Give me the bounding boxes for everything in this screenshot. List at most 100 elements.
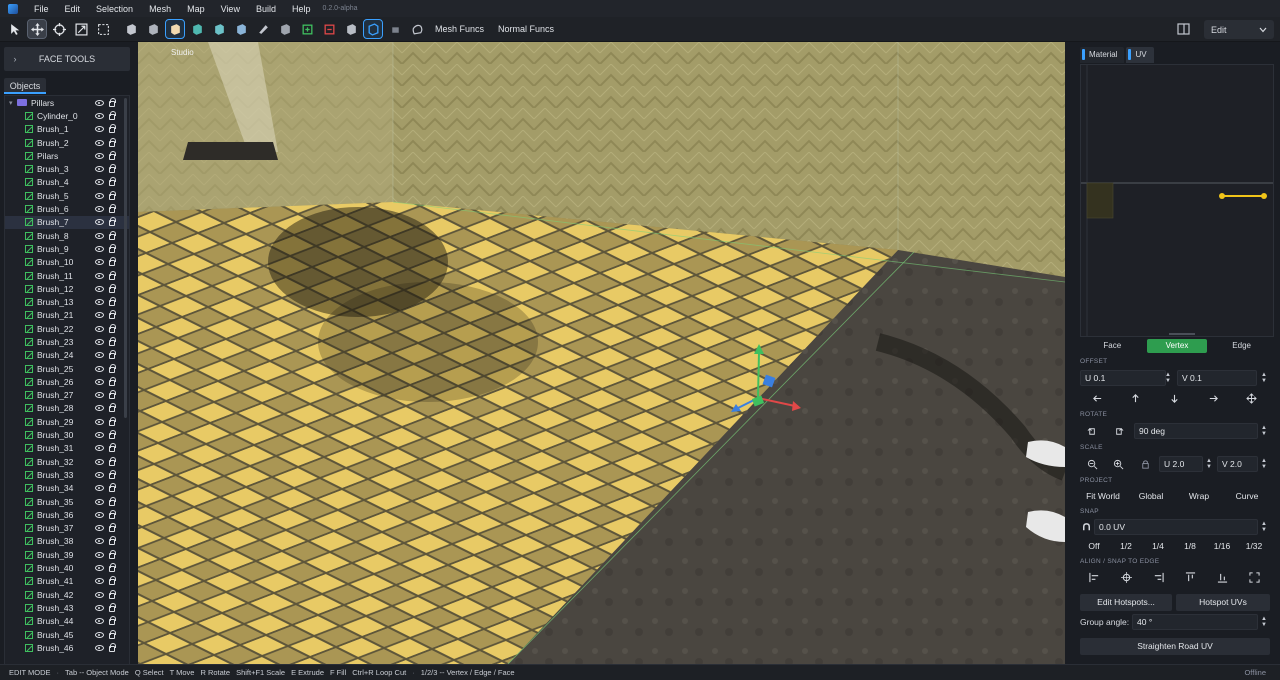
lock-icon[interactable] xyxy=(109,443,116,453)
lock-icon[interactable] xyxy=(109,416,116,426)
visibility-eye-icon[interactable] xyxy=(95,378,104,385)
visibility-eye-icon[interactable] xyxy=(95,405,104,412)
objects-tab[interactable]: Objects xyxy=(4,78,46,94)
lock-icon[interactable] xyxy=(109,97,116,107)
visibility-eye-icon[interactable] xyxy=(95,312,104,319)
visibility-eye-icon[interactable] xyxy=(95,166,104,173)
sphere-icon[interactable] xyxy=(210,20,228,38)
tree-item[interactable]: Brush_34 xyxy=(5,482,129,495)
menu-view[interactable]: View xyxy=(213,4,248,14)
offset-u-field[interactable]: U 0.1 xyxy=(1080,370,1166,386)
visibility-eye-icon[interactable] xyxy=(95,591,104,598)
cylinder-icon[interactable] xyxy=(188,20,206,38)
arrow-right-icon[interactable] xyxy=(1204,390,1222,406)
menu-build[interactable]: Build xyxy=(248,4,284,14)
wedge-icon[interactable] xyxy=(144,20,162,38)
tree-item[interactable]: Cylinder_0 xyxy=(5,109,129,122)
lock-icon[interactable] xyxy=(109,297,116,307)
visibility-eye-icon[interactable] xyxy=(95,112,104,119)
lock-icon[interactable] xyxy=(109,257,116,267)
lock-icon[interactable] xyxy=(109,283,116,293)
group-angle-stepper[interactable]: ▲ ▼ xyxy=(1261,616,1267,628)
tree-item[interactable]: Brush_23 xyxy=(5,335,129,348)
remove-face-icon[interactable] xyxy=(320,20,338,38)
tree-item[interactable]: Brush_8 xyxy=(5,229,129,242)
uv-vertex-handle[interactable] xyxy=(1219,193,1225,199)
lock-ratio-icon[interactable] xyxy=(1136,456,1154,472)
subtab-face[interactable]: Face xyxy=(1082,339,1142,353)
tree-item[interactable]: Brush_29 xyxy=(5,415,129,428)
tree-item[interactable]: Brush_3 xyxy=(5,162,129,175)
scale-v-stepper[interactable]: ▲ ▼ xyxy=(1261,458,1267,470)
tree-item[interactable]: Brush_41 xyxy=(5,575,129,588)
tree-item[interactable]: Brush_37 xyxy=(5,522,129,535)
visibility-eye-icon[interactable] xyxy=(95,179,104,186)
snap-off-button[interactable]: Off xyxy=(1080,538,1108,554)
scale-tool-icon[interactable] xyxy=(72,20,90,38)
lock-icon[interactable] xyxy=(109,563,116,573)
tree-item[interactable]: Brush_5 xyxy=(5,189,129,202)
tree-item[interactable]: Brush_28 xyxy=(5,402,129,415)
menu-file[interactable]: File xyxy=(26,4,57,14)
align-top-icon[interactable] xyxy=(1181,569,1199,585)
tree-item[interactable]: Brush_6 xyxy=(5,202,129,215)
tree-item[interactable]: Brush_24 xyxy=(5,349,129,362)
tree-item[interactable]: Brush_45 xyxy=(5,628,129,641)
uv-box-icon[interactable] xyxy=(363,19,383,39)
expand-arrow-icon[interactable]: ▾ xyxy=(9,99,17,107)
uv-vertex-handle[interactable] xyxy=(1261,193,1267,199)
tree-item[interactable]: Brush_13 xyxy=(5,295,129,308)
snap-stepper[interactable]: ▲ ▼ xyxy=(1261,521,1267,533)
scale-v-field[interactable]: V 2.0 xyxy=(1217,456,1258,472)
visibility-eye-icon[interactable] xyxy=(95,644,104,651)
offset-u-stepper[interactable]: ▲ ▼ xyxy=(1165,372,1171,384)
tab-material[interactable]: Material xyxy=(1080,47,1125,63)
lock-icon[interactable] xyxy=(109,363,116,373)
lock-icon[interactable] xyxy=(109,509,116,519)
visibility-eye-icon[interactable] xyxy=(95,152,104,159)
visibility-eye-icon[interactable] xyxy=(95,604,104,611)
visibility-eye-icon[interactable] xyxy=(95,551,104,558)
tab-uv[interactable]: UV xyxy=(1126,47,1154,63)
tree-item[interactable]: Brush_2 xyxy=(5,136,129,149)
visibility-eye-icon[interactable] xyxy=(95,511,104,518)
visibility-eye-icon[interactable] xyxy=(95,498,104,505)
lock-icon[interactable] xyxy=(109,523,116,533)
lock-icon[interactable] xyxy=(109,403,116,413)
zoom-in-icon[interactable] xyxy=(1109,456,1127,472)
normal-funcs-button[interactable]: Normal Funcs xyxy=(498,24,554,34)
lock-icon[interactable] xyxy=(109,589,116,599)
arrow-up-icon[interactable] xyxy=(1126,390,1144,406)
visibility-eye-icon[interactable] xyxy=(95,525,104,532)
visibility-eye-icon[interactable] xyxy=(95,485,104,492)
tree-item[interactable]: Brush_46 xyxy=(5,641,129,654)
lock-icon[interactable] xyxy=(109,469,116,479)
visibility-eye-icon[interactable] xyxy=(95,259,104,266)
align-center-icon[interactable] xyxy=(1117,569,1135,585)
tree-item[interactable]: Brush_36 xyxy=(5,508,129,521)
visibility-eye-icon[interactable] xyxy=(95,139,104,146)
lock-icon[interactable] xyxy=(109,150,116,160)
lock-icon[interactable] xyxy=(109,350,116,360)
align-right-icon[interactable] xyxy=(1149,569,1167,585)
arrow-left-icon[interactable] xyxy=(1088,390,1106,406)
lock-icon[interactable] xyxy=(109,164,116,174)
lock-icon[interactable] xyxy=(109,137,116,147)
visibility-eye-icon[interactable] xyxy=(95,458,104,465)
visibility-eye-icon[interactable] xyxy=(95,126,104,133)
snap-thirtysecond-button[interactable]: 1/32 xyxy=(1240,538,1268,554)
rotate-stepper[interactable]: ▲ ▼ xyxy=(1261,425,1267,437)
mode-select[interactable]: Edit xyxy=(1204,20,1274,39)
align-bottom-icon[interactable] xyxy=(1213,569,1231,585)
visibility-eye-icon[interactable] xyxy=(95,365,104,372)
visibility-eye-icon[interactable] xyxy=(95,392,104,399)
lock-icon[interactable] xyxy=(109,642,116,652)
face-select-icon[interactable] xyxy=(276,20,294,38)
snap-quarter-button[interactable]: 1/4 xyxy=(1144,538,1172,554)
wrap-button[interactable]: Wrap xyxy=(1176,488,1222,504)
hand-icon[interactable] xyxy=(408,20,426,38)
offset-v-field[interactable]: V 0.1 xyxy=(1177,370,1257,386)
lock-icon[interactable] xyxy=(109,310,116,320)
tree-item[interactable]: Brush_22 xyxy=(5,322,129,335)
tree-item[interactable]: Brush_31 xyxy=(5,442,129,455)
